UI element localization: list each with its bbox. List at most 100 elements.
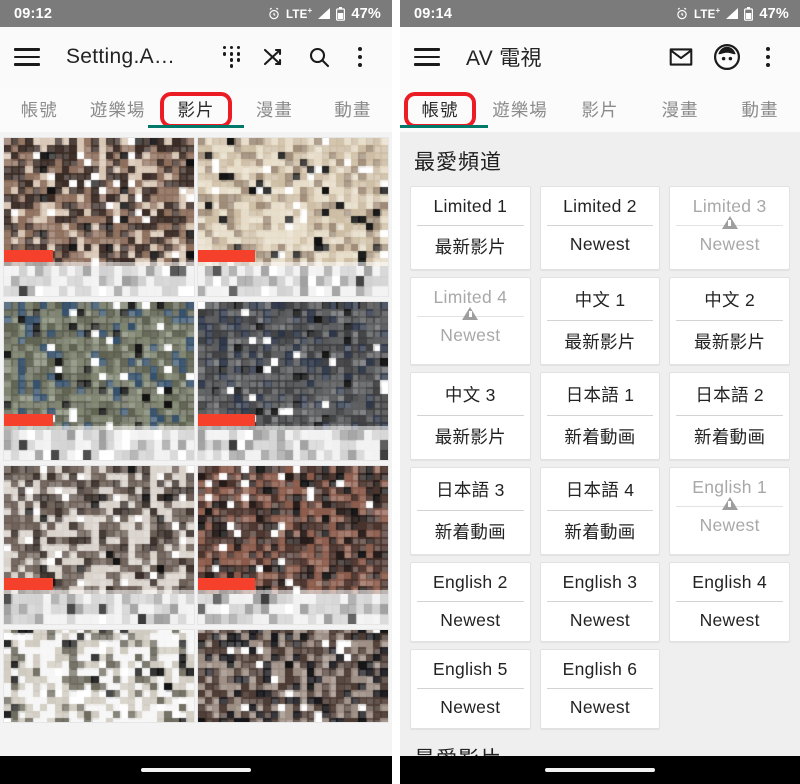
channel-status: Newest <box>699 234 760 254</box>
channel-card[interactable]: English 6 Newest <box>539 649 661 729</box>
card-divider <box>417 307 524 320</box>
video-card[interactable] <box>198 302 388 460</box>
status-time: 09:12 <box>14 5 53 22</box>
channel-card[interactable]: Limited 4 Newest <box>410 277 531 365</box>
apps-grid-icon[interactable] <box>214 34 250 80</box>
tab-label: 遊樂場 <box>89 100 146 120</box>
search-icon[interactable] <box>296 34 342 80</box>
pixelated-thumbnail-image <box>4 630 194 722</box>
channel-card[interactable]: English 1 Newest <box>669 467 790 555</box>
channel-card[interactable]: 日本語 3 新着動画 <box>410 467 531 555</box>
video-thumbnail[interactable] <box>4 138 194 266</box>
more-vertical-icon[interactable] <box>342 34 378 80</box>
video-thumbnail[interactable] <box>4 302 194 430</box>
more-vertical-icon[interactable] <box>750 34 786 80</box>
channel-card[interactable]: 中文 3 最新影片 <box>410 372 531 460</box>
tab-label: 漫畫 <box>661 100 699 120</box>
tab-donghua[interactable]: 動畫 <box>314 97 392 122</box>
channel-card[interactable]: 日本語 2 新着動画 <box>669 372 790 460</box>
video-thumbnail[interactable] <box>198 466 388 594</box>
channel-status: Newest <box>699 515 760 535</box>
card-divider <box>546 601 654 602</box>
video-row <box>4 466 388 624</box>
video-caption <box>4 430 194 460</box>
video-grid-scroll-area[interactable] <box>0 132 392 756</box>
channel-card[interactable]: English 4 Newest <box>669 562 790 642</box>
channel-card[interactable]: English 3 Newest <box>539 562 661 642</box>
grid-empty-slot <box>669 649 790 729</box>
video-thumbnail[interactable] <box>198 138 388 266</box>
channel-name: English 2 <box>432 572 508 592</box>
video-caption <box>4 266 194 296</box>
active-tab-underline <box>400 125 488 128</box>
channel-status: Newest <box>440 325 501 345</box>
video-thumbnail[interactable] <box>198 302 388 430</box>
card-divider <box>676 320 783 321</box>
video-card[interactable] <box>198 466 388 624</box>
pixelated-thumbnail-image <box>198 466 388 594</box>
video-card[interactable] <box>198 138 388 296</box>
tab-label: 遊樂場 <box>492 100 548 120</box>
video-card[interactable] <box>4 630 194 722</box>
card-divider <box>676 497 783 510</box>
channel-status: 最新影片 <box>564 332 636 352</box>
signal-bars-icon <box>317 7 331 20</box>
page-title: Setting.A… <box>66 45 176 68</box>
card-divider <box>546 510 654 511</box>
tab-zhanghao[interactable]: 帳號 <box>0 97 78 122</box>
channel-status: 最新影片 <box>434 237 506 257</box>
right-status-bar: 09:14 LTE+ 47% <box>400 0 800 27</box>
hamburger-menu-icon[interactable] <box>414 48 440 66</box>
shuffle-icon[interactable] <box>250 34 296 80</box>
channel-card[interactable]: Limited 3 Newest <box>669 186 790 270</box>
video-card[interactable] <box>4 466 194 624</box>
tab-yingpian[interactable]: 影片 <box>560 97 640 122</box>
channel-card[interactable]: Limited 1 最新影片 <box>410 186 531 270</box>
channel-grid: Limited 1 最新影片 Limited 2 Newest Limited 3 New… <box>410 186 790 729</box>
channel-card[interactable]: English 5 Newest <box>410 649 531 729</box>
channel-card[interactable]: 中文 2 最新影片 <box>669 277 790 365</box>
channel-card[interactable]: English 2 Newest <box>410 562 531 642</box>
tab-yingpian[interactable]: 影片 <box>148 91 245 128</box>
watch-progress-bar <box>198 414 388 430</box>
left-phone-screen: 09:12 LTE+ 47% Setting.A… 帳號 遊樂場 影片 漫畫 動… <box>0 0 392 784</box>
account-face-icon[interactable] <box>704 34 750 80</box>
card-divider <box>417 415 524 416</box>
video-thumbnail[interactable] <box>4 466 194 594</box>
tab-manhua[interactable]: 漫畫 <box>640 97 720 122</box>
tab-manhua[interactable]: 漫畫 <box>235 97 313 122</box>
tab-youlechang[interactable]: 遊樂場 <box>78 97 156 122</box>
active-tab-underline <box>148 125 245 128</box>
right-tab-bar: 帳號 遊樂場 影片 漫畫 動畫 <box>400 87 800 132</box>
tab-zhanghao[interactable]: 帳號 <box>400 91 488 128</box>
right-nav-bar <box>400 756 800 784</box>
channel-name: 中文 3 <box>444 385 496 405</box>
channel-status: Newest <box>440 697 501 717</box>
card-divider <box>546 415 654 416</box>
watch-progress-bar <box>198 578 388 594</box>
blurred-title-text <box>4 430 194 460</box>
video-thumbnail[interactable] <box>198 630 388 722</box>
video-thumbnail[interactable] <box>4 630 194 722</box>
watch-progress-bar <box>198 250 388 266</box>
channel-status: 新着動画 <box>564 522 636 542</box>
channel-name: Limited 1 <box>433 196 508 216</box>
network-type-label: LTE+ <box>286 6 313 21</box>
channel-card[interactable]: Limited 2 Newest <box>539 186 661 270</box>
tab-donghua[interactable]: 動畫 <box>720 97 800 122</box>
channel-card[interactable]: 日本語 1 新着動画 <box>539 372 661 460</box>
channel-status: Newest <box>699 610 760 630</box>
video-card[interactable] <box>4 302 194 460</box>
mail-envelope-icon[interactable] <box>658 34 704 80</box>
video-card[interactable] <box>4 138 194 296</box>
tab-youlechang[interactable]: 遊樂場 <box>480 97 560 122</box>
channel-card[interactable]: 日本語 4 新着動画 <box>539 467 661 555</box>
channel-scroll-area[interactable]: 最愛頻道 Limited 1 最新影片 Limited 2 Newest Limited… <box>400 132 800 756</box>
channel-status: 最新影片 <box>434 427 506 447</box>
home-pill-indicator[interactable] <box>545 767 655 773</box>
channel-card[interactable]: 中文 1 最新影片 <box>539 277 661 365</box>
home-pill-indicator[interactable] <box>141 767 251 773</box>
warning-triangle-icon <box>721 497 738 510</box>
hamburger-menu-icon[interactable] <box>14 48 40 66</box>
video-card[interactable] <box>198 630 388 722</box>
